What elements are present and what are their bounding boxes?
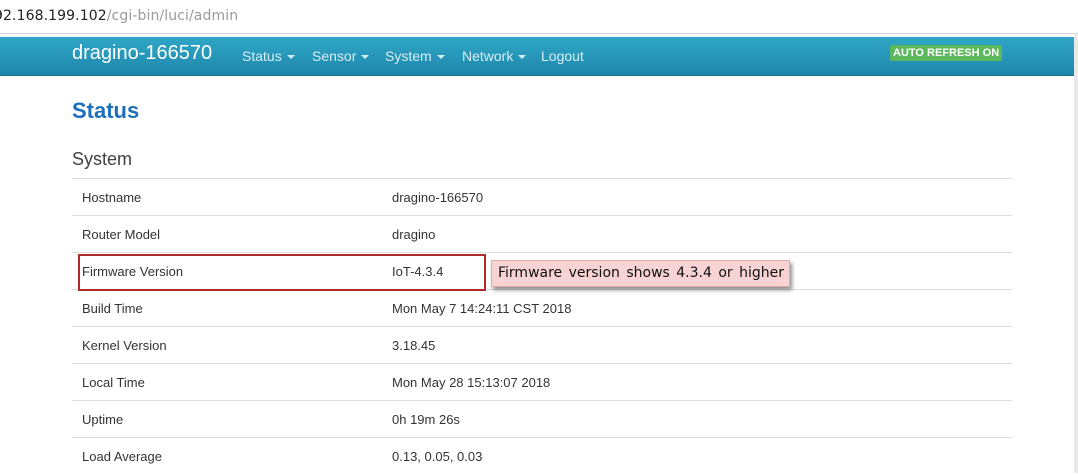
row-value: dragino xyxy=(382,215,1012,253)
chevron-down-icon xyxy=(286,55,295,60)
brand-hostname[interactable]: dragino-166570 xyxy=(72,42,212,65)
firmware-highlight-box xyxy=(78,254,486,291)
url-host: 92.168.199.102 xyxy=(0,8,107,24)
url-path: /cgi-bin/luci/admin xyxy=(106,8,239,24)
section-title: System xyxy=(72,149,133,169)
table-row: Router Model dragino xyxy=(72,215,1012,253)
url-text[interactable]: 92.168.199.102/cgi-bin/luci/admin xyxy=(0,8,238,24)
scrollbar[interactable] xyxy=(1074,34,1078,473)
row-value: dragino-166570 xyxy=(382,178,1012,216)
row-label: Build Time xyxy=(72,289,382,327)
menu-network[interactable]: Network xyxy=(462,48,527,64)
chevron-down-icon xyxy=(518,55,527,60)
top-navbar: dragino-166570 Status Sensor System Netw… xyxy=(0,37,1078,76)
row-value: Mon May 28 15:13:07 2018 xyxy=(382,363,1012,401)
menu-sensor-label: Sensor xyxy=(312,48,357,64)
row-label: Local Time xyxy=(72,363,382,401)
table-row: Uptime 0h 19m 26s xyxy=(72,400,1012,438)
table-row: Hostname dragino-166570 xyxy=(72,178,1012,216)
row-label: Load Average xyxy=(72,437,382,475)
menu-system[interactable]: System xyxy=(385,48,445,64)
row-label: Hostname xyxy=(72,178,382,216)
chevron-down-icon xyxy=(436,55,445,60)
row-label: Kernel Version xyxy=(72,326,382,364)
row-value: 3.18.45 xyxy=(382,326,1012,364)
row-value: Mon May 7 14:24:11 CST 2018 xyxy=(382,289,1012,327)
menu-system-label: System xyxy=(385,48,432,64)
menu-network-label: Network xyxy=(462,48,514,64)
chevron-down-icon xyxy=(361,55,370,60)
menu-status[interactable]: Status xyxy=(242,48,295,64)
row-value: 0h 19m 26s xyxy=(382,400,1012,438)
menu-status-label: Status xyxy=(242,48,282,64)
table-row: Build Time Mon May 7 14:24:11 CST 2018 xyxy=(72,289,1012,327)
menu-logout[interactable]: Logout xyxy=(541,48,584,64)
table-row: Kernel Version 3.18.45 xyxy=(72,326,1012,364)
address-bar[interactable]: 92.168.199.102/cgi-bin/luci/admin xyxy=(0,0,1078,34)
table-row: Local Time Mon May 28 15:13:07 2018 xyxy=(72,363,1012,401)
table-row: Load Average 0.13, 0.05, 0.03 xyxy=(72,437,1012,475)
menu-sensor[interactable]: Sensor xyxy=(312,48,370,64)
system-info-table: Hostname dragino-166570 Router Model dragi… xyxy=(72,178,1012,475)
annotation-callout: Firmware version shows 4.3.4 or higher xyxy=(491,260,790,287)
row-label: Router Model xyxy=(72,215,382,253)
menu-logout-label: Logout xyxy=(541,48,584,64)
row-value: 0.13, 0.05, 0.03 xyxy=(382,437,1012,475)
page-title: Status xyxy=(72,98,140,123)
row-label: Uptime xyxy=(72,400,382,438)
auto-refresh-toggle[interactable]: AUTO REFRESH ON xyxy=(890,45,1003,61)
